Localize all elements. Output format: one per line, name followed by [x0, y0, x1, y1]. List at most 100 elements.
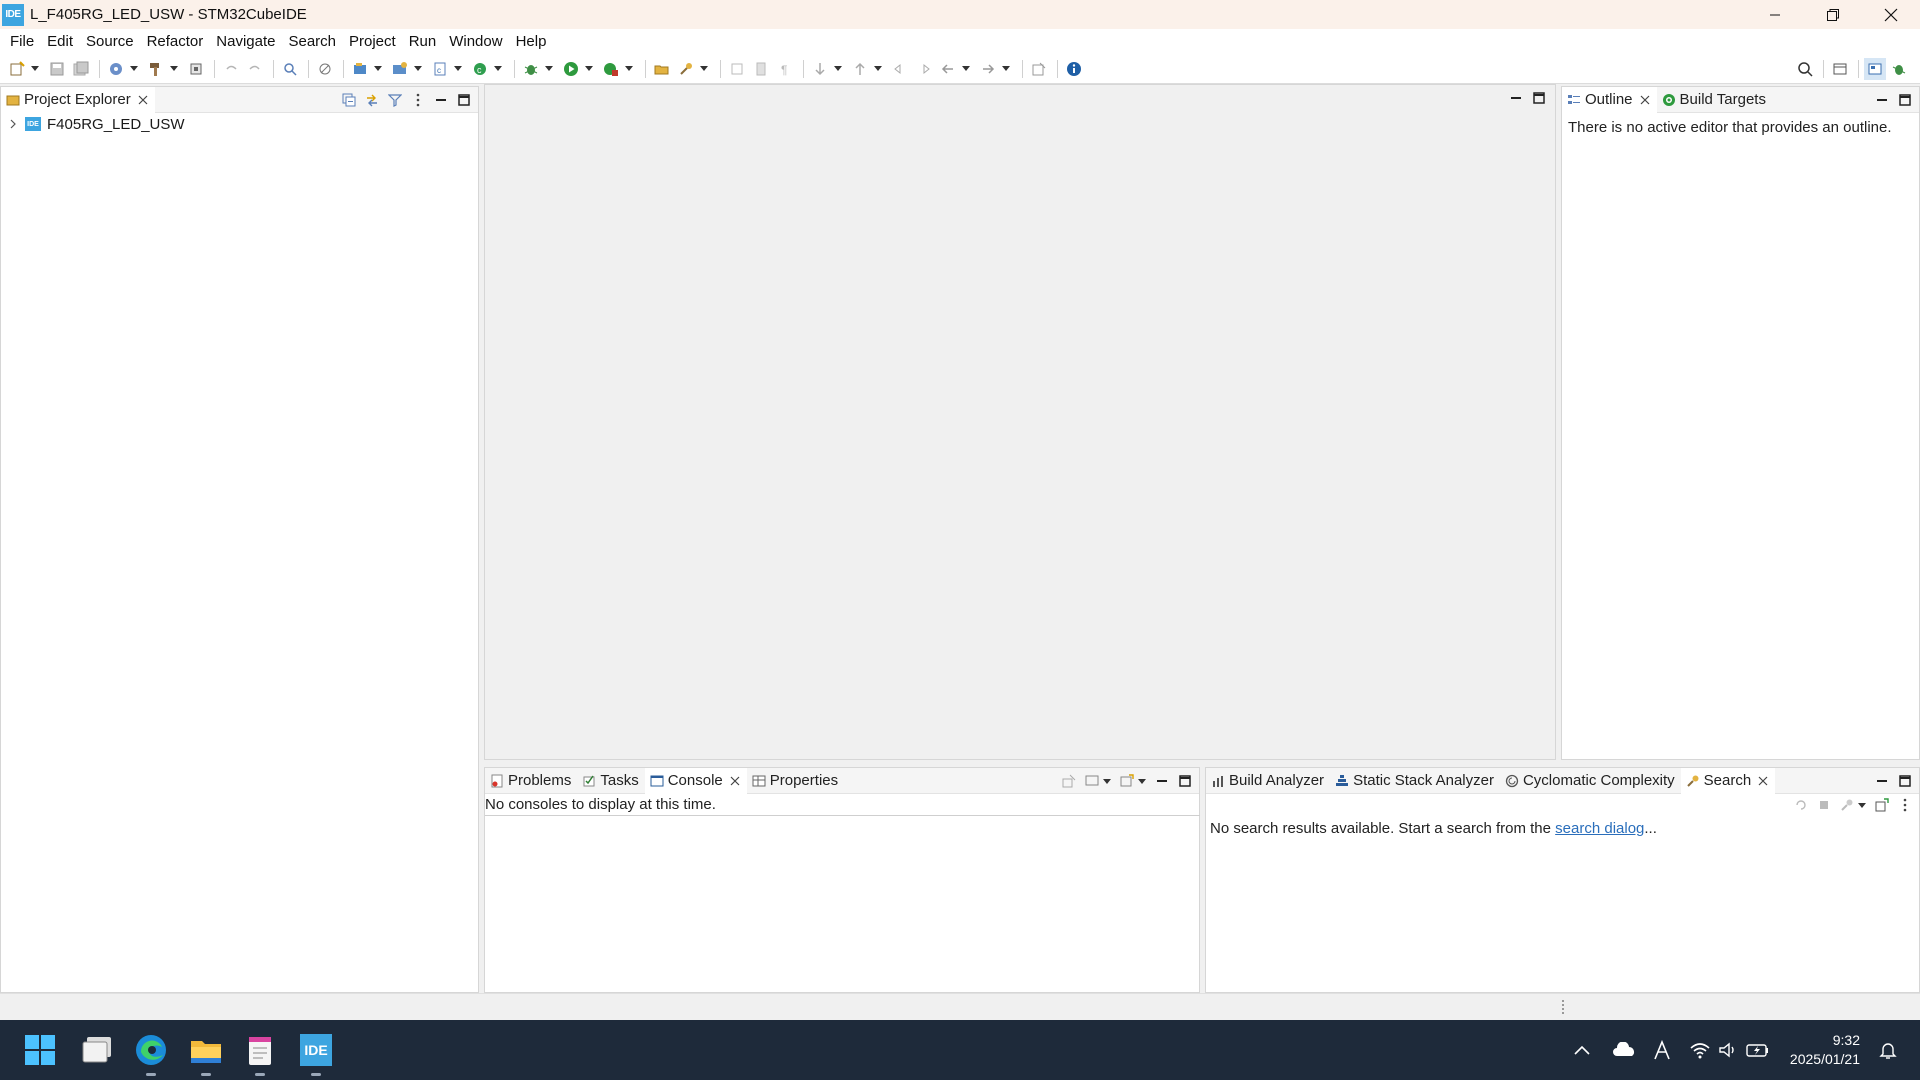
external-tools-icon[interactable]: [600, 58, 622, 80]
new-icon[interactable]: [6, 58, 28, 80]
back-dropdown-icon[interactable]: [961, 58, 971, 80]
open-console-icon[interactable]: [1117, 771, 1137, 791]
save-icon[interactable]: [46, 58, 68, 80]
tab-build-analyzer[interactable]: Build Analyzer: [1206, 768, 1330, 794]
build-settings-dropdown-icon[interactable]: [129, 58, 139, 80]
toggle-mark-icon[interactable]: [726, 58, 748, 80]
last-edit-forward-icon[interactable]: [913, 58, 935, 80]
stm32cubeide-icon[interactable]: IDE: [296, 1030, 336, 1076]
maximize-view-icon[interactable]: [1895, 771, 1915, 791]
tab-tasks[interactable]: Tasks: [577, 768, 644, 794]
minimize-view-icon[interactable]: [1152, 771, 1172, 791]
show-hidden-icons-icon[interactable]: [1568, 1036, 1596, 1064]
open-type-icon[interactable]: [651, 58, 673, 80]
build-dropdown-icon[interactable]: [169, 58, 179, 80]
search-tool-dropdown-icon[interactable]: [699, 58, 709, 80]
save-all-icon[interactable]: [70, 58, 92, 80]
tab-outline[interactable]: Outline: [1562, 86, 1657, 113]
menu-help[interactable]: Help: [516, 33, 558, 50]
filter-icon[interactable]: [385, 90, 405, 110]
external-tools-dropdown-icon[interactable]: [624, 58, 634, 80]
undo-icon[interactable]: [220, 58, 242, 80]
minimize-view-icon[interactable]: [1872, 771, 1892, 791]
new-class-icon[interactable]: c: [469, 58, 491, 80]
collapse-all-icon[interactable]: [339, 90, 359, 110]
menu-edit[interactable]: Edit: [47, 33, 84, 50]
tab-build-targets[interactable]: Build Targets: [1657, 87, 1772, 113]
link-with-editor-icon[interactable]: [362, 90, 382, 110]
onedrive-cloud-icon[interactable]: [1610, 1036, 1638, 1064]
menu-project[interactable]: Project: [349, 33, 407, 50]
show-whitespace-icon[interactable]: ¶: [774, 58, 796, 80]
build-hammer-icon[interactable]: [145, 58, 167, 80]
search-history-dropdown-icon[interactable]: [1857, 794, 1867, 816]
menu-navigate[interactable]: Navigate: [216, 33, 286, 50]
previous-annotation-icon[interactable]: [849, 58, 871, 80]
wifi-icon[interactable]: [1686, 1036, 1714, 1064]
forward-icon[interactable]: [977, 58, 999, 80]
tab-console[interactable]: Console: [644, 767, 747, 794]
maximize-view-icon[interactable]: [1895, 90, 1915, 110]
volume-icon[interactable]: [1714, 1036, 1742, 1064]
maximize-view-icon[interactable]: [454, 90, 474, 110]
skip-breakpoints-icon[interactable]: [314, 58, 336, 80]
cancel-search-icon[interactable]: [1814, 795, 1834, 815]
tab-properties[interactable]: Properties: [747, 768, 844, 794]
close-icon[interactable]: [137, 94, 149, 106]
edge-icon[interactable]: [131, 1030, 171, 1076]
search-dialog-link[interactable]: search dialog: [1555, 820, 1644, 837]
debug-perspective-icon[interactable]: [1888, 58, 1910, 80]
restore-button[interactable]: [1804, 0, 1862, 29]
maximize-view-icon[interactable]: [1529, 88, 1549, 108]
tab-project-explorer[interactable]: Project Explorer: [1, 86, 155, 113]
minimize-view-icon[interactable]: [431, 90, 451, 110]
maximize-view-icon[interactable]: [1175, 771, 1195, 791]
refresh-search-icon[interactable]: [1791, 795, 1811, 815]
build-settings-icon[interactable]: [105, 58, 127, 80]
tab-cyclomatic-complexity[interactable]: Cyclomatic Complexity: [1500, 768, 1681, 794]
next-annotation-icon[interactable]: [809, 58, 831, 80]
view-menu-icon[interactable]: [1895, 795, 1915, 815]
minimize-button[interactable]: [1746, 0, 1804, 29]
notification-bell-icon[interactable]: [1874, 1036, 1902, 1064]
display-console-icon[interactable]: [1082, 771, 1102, 791]
new-c-project-icon[interactable]: [349, 58, 371, 80]
toggle-block-icon[interactable]: [750, 58, 772, 80]
new-class-dropdown-icon[interactable]: [493, 58, 503, 80]
new-source-file-dropdown-icon[interactable]: [453, 58, 463, 80]
status-bar-grip-icon[interactable]: [1562, 1000, 1564, 1014]
new-source-folder-dropdown-icon[interactable]: [413, 58, 423, 80]
pin-console-icon[interactable]: [1059, 771, 1079, 791]
battery-icon[interactable]: [1744, 1036, 1772, 1064]
back-icon[interactable]: [937, 58, 959, 80]
cc-perspective-icon[interactable]: [1864, 58, 1886, 80]
clock[interactable]: 9:32 2025/01/21: [1790, 1031, 1860, 1069]
new-source-folder-icon[interactable]: [389, 58, 411, 80]
search-icon[interactable]: [1794, 58, 1816, 80]
run-dropdown-icon[interactable]: [584, 58, 594, 80]
tab-problems[interactable]: Problems: [485, 768, 577, 794]
search-references-icon[interactable]: [279, 58, 301, 80]
debug-dropdown-icon[interactable]: [544, 58, 554, 80]
tab-static-stack-analyzer[interactable]: Static Stack Analyzer: [1330, 768, 1500, 794]
tab-search[interactable]: Search: [1680, 767, 1776, 794]
close-icon[interactable]: [1757, 775, 1769, 787]
menu-file[interactable]: File: [10, 33, 45, 50]
next-annotation-dropdown-icon[interactable]: [833, 58, 843, 80]
file-explorer-icon[interactable]: [186, 1030, 226, 1076]
run-icon[interactable]: [560, 58, 582, 80]
close-icon[interactable]: [729, 775, 741, 787]
forward-dropdown-icon[interactable]: [1001, 58, 1011, 80]
ime-mode-icon[interactable]: [1648, 1036, 1676, 1064]
menu-source[interactable]: Source: [86, 33, 145, 50]
chevron-right-icon[interactable]: [7, 118, 19, 130]
new-c-project-dropdown-icon[interactable]: [373, 58, 383, 80]
menu-search[interactable]: Search: [288, 33, 347, 50]
menu-window[interactable]: Window: [449, 33, 513, 50]
display-console-dropdown-icon[interactable]: [1102, 770, 1112, 792]
close-icon[interactable]: [1639, 94, 1651, 106]
notepad-icon[interactable]: [240, 1030, 280, 1076]
pin-search-icon[interactable]: [1872, 795, 1892, 815]
windows-start-icon[interactable]: [20, 1030, 60, 1070]
close-window-button[interactable]: [1862, 0, 1920, 29]
